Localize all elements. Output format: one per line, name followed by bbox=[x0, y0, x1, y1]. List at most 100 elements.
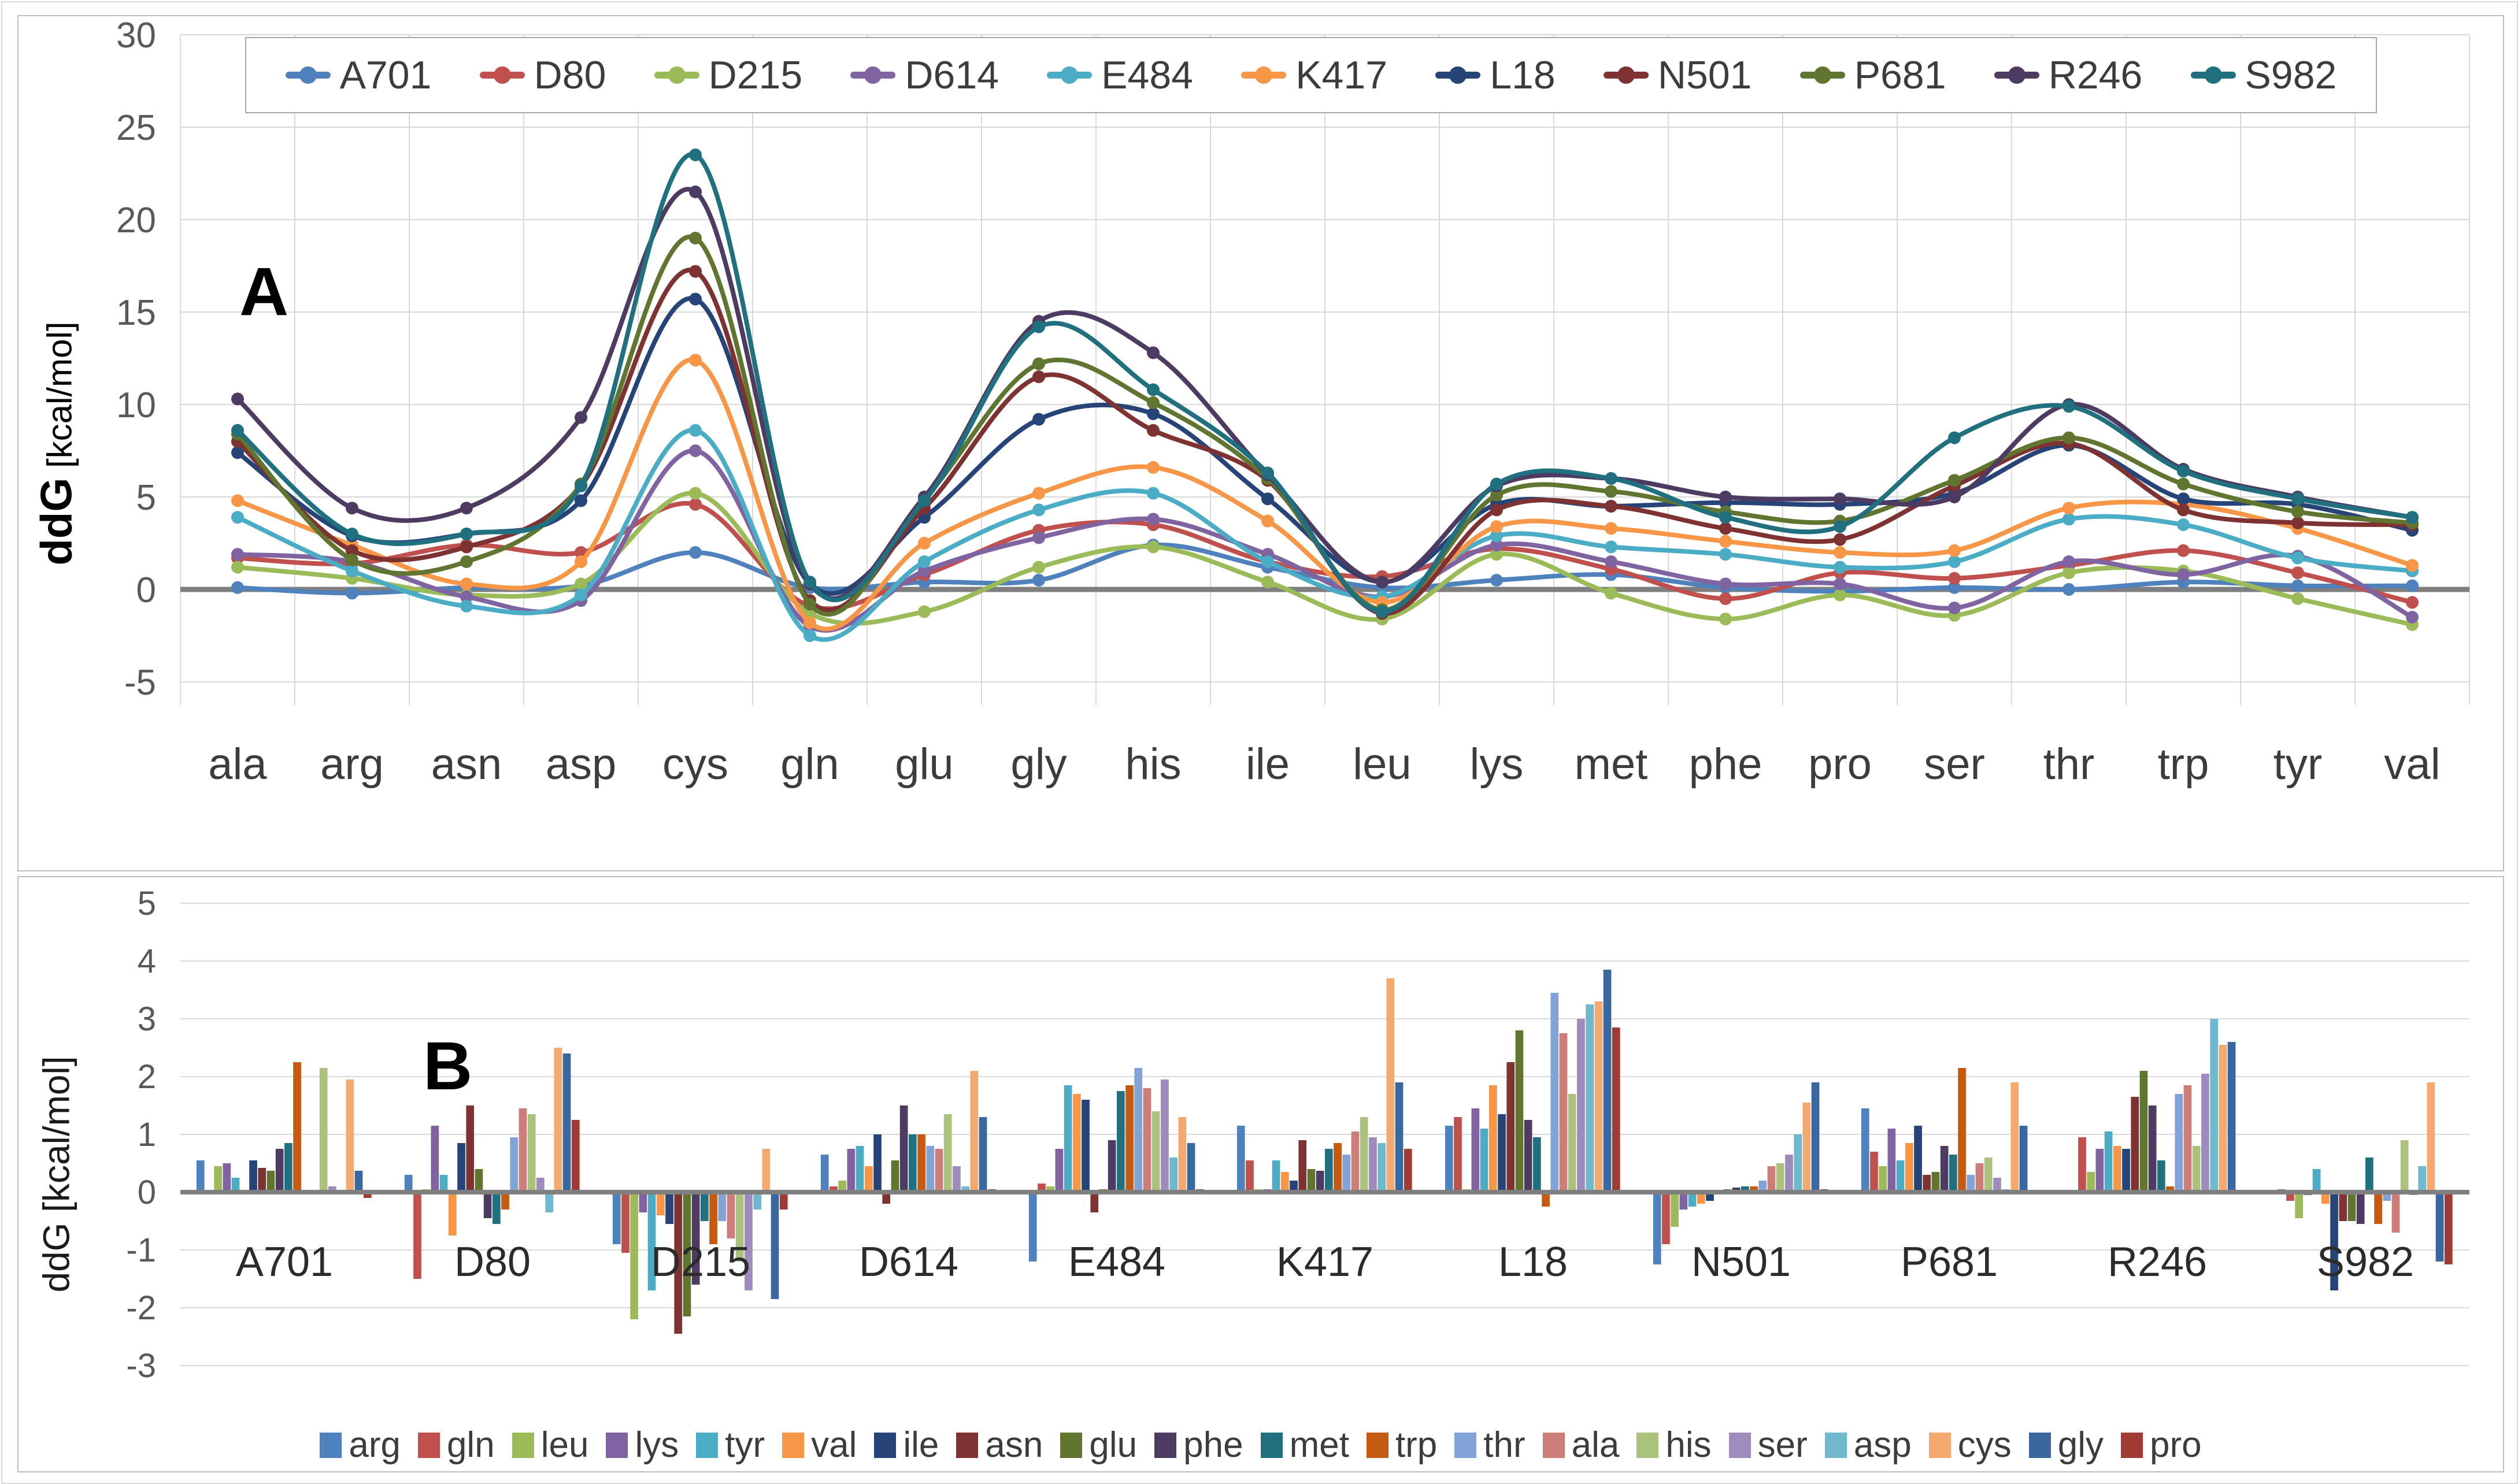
legend-label: arg bbox=[349, 1424, 401, 1466]
bar-K417-pro bbox=[1404, 1149, 1412, 1192]
bar-P681-tyr bbox=[1897, 1160, 1905, 1192]
bar-D614-his bbox=[944, 1114, 952, 1192]
legend-item-A701: A701 bbox=[286, 53, 432, 98]
legend-label: phe bbox=[1183, 1424, 1243, 1466]
marker-D215-phe bbox=[1719, 613, 1732, 625]
bar-L18-asp bbox=[1586, 1004, 1594, 1192]
legend-item-gly: gly bbox=[2029, 1424, 2104, 1466]
bar-L18-thr bbox=[1550, 993, 1558, 1192]
bar-L18-phe bbox=[1524, 1120, 1532, 1192]
bar-K417-asp bbox=[1378, 1143, 1386, 1192]
bar-group-K417 bbox=[1237, 978, 1412, 1192]
marker-K417-gly bbox=[1032, 487, 1045, 500]
axis-label: 0 bbox=[138, 1174, 156, 1211]
marker-R246-asn bbox=[460, 502, 473, 514]
marker-N501-lys bbox=[1490, 503, 1503, 516]
marker-S982-ile bbox=[1261, 466, 1274, 479]
bar-D80-asn bbox=[466, 1105, 474, 1192]
bar-D215-gly bbox=[771, 1192, 779, 1299]
marker-S982-ala bbox=[231, 424, 244, 437]
marker-L18-gly bbox=[1032, 413, 1045, 426]
panel-a-y-axis-title: ddG [kcal/mol] bbox=[22, 16, 91, 870]
legend-swatch-icon bbox=[606, 1433, 628, 1458]
bar-R246-cys bbox=[2219, 1045, 2227, 1192]
marker-R246-cys bbox=[689, 186, 702, 198]
marker-R246-arg bbox=[346, 502, 358, 514]
marker-S982-pro bbox=[1834, 520, 1846, 533]
marker-N501-trp bbox=[2177, 503, 2190, 516]
marker-E484-glu bbox=[918, 555, 931, 568]
panel-b-y-axis-title-text: ddG [kcal/mol] bbox=[35, 1056, 78, 1292]
legend-label: D614 bbox=[905, 53, 999, 98]
bar-A701-asn bbox=[258, 1168, 266, 1192]
panel-b-plot-area: 543210-1-2-3A701D80D215D614E484K417L18N5… bbox=[18, 877, 2501, 1469]
marker-P681-met bbox=[1605, 485, 1617, 498]
marker-S982-ser bbox=[1948, 432, 1961, 444]
marker-S982-glu bbox=[918, 494, 931, 507]
bar-P681-cys bbox=[2011, 1082, 2019, 1192]
bar-N501-arg bbox=[1653, 1192, 1661, 1264]
bar-R246-ser bbox=[2201, 1074, 2209, 1192]
panel-b-bar-chart: 543210-1-2-3A701D80D215D614E484K417L18N5… bbox=[17, 876, 2504, 1472]
bar-E484-cys bbox=[1179, 1117, 1187, 1192]
bar-E484-val bbox=[1073, 1094, 1081, 1192]
legend-item-L18: L18 bbox=[1435, 53, 1555, 98]
marker-S982-cys bbox=[689, 149, 702, 161]
marker-L18-his bbox=[1147, 407, 1160, 420]
legend-swatch-icon bbox=[1154, 1433, 1176, 1458]
marker-E484-tyr bbox=[2291, 552, 2304, 565]
marker-E484-ser bbox=[1948, 555, 1961, 568]
panel-b-y-ticks: 543210-1-2-3 bbox=[126, 885, 156, 1385]
legend-label: pro bbox=[2150, 1424, 2202, 1466]
legend-item-phe: phe bbox=[1154, 1424, 1243, 1466]
bar-P681-glu bbox=[1932, 1172, 1940, 1192]
marker-E484-phe bbox=[1719, 548, 1732, 561]
marker-K417-met bbox=[1605, 522, 1617, 535]
legend-swatch-icon bbox=[418, 1433, 440, 1458]
legend-item-D614: D614 bbox=[850, 53, 999, 98]
bar-K417-arg bbox=[1237, 1126, 1245, 1192]
marker-P681-cys bbox=[689, 232, 702, 244]
bar-E484-his bbox=[1152, 1111, 1160, 1192]
marker-R246-ser bbox=[1948, 491, 1961, 503]
bar-L18-asn bbox=[1506, 1062, 1514, 1192]
marker-K417-lys bbox=[1490, 520, 1503, 533]
legend-marker-dot-icon bbox=[668, 66, 686, 84]
legend-label: ala bbox=[1572, 1424, 1620, 1466]
bar-D80-ala bbox=[519, 1108, 527, 1192]
bar-N501-leu bbox=[1671, 1192, 1679, 1227]
marker-K417-asp bbox=[575, 555, 587, 568]
legend-label: his bbox=[1665, 1424, 1711, 1466]
marker-A701-gly bbox=[1032, 574, 1045, 587]
legend-item-asn: asn bbox=[956, 1424, 1043, 1466]
marker-E484-arg bbox=[346, 565, 358, 577]
panel-b-label: B bbox=[423, 1032, 472, 1100]
axis-label: P681 bbox=[1901, 1239, 1998, 1285]
legend-item-arg: arg bbox=[320, 1424, 401, 1466]
bar-D614-arg bbox=[821, 1155, 829, 1192]
bar-R246-tyr bbox=[2105, 1131, 2113, 1192]
axis-label: ala bbox=[208, 740, 267, 789]
bar-K417-phe bbox=[1316, 1171, 1324, 1192]
legend-marker-icon bbox=[1604, 72, 1649, 79]
legend-item-glu: glu bbox=[1060, 1424, 1137, 1466]
legend-label: K417 bbox=[1295, 53, 1387, 98]
bar-group-L18 bbox=[1445, 970, 1620, 1207]
legend-label: ile bbox=[903, 1424, 939, 1466]
marker-A701-arg bbox=[346, 587, 358, 599]
bar-D215-cys bbox=[762, 1149, 771, 1192]
axis-label: glu bbox=[895, 740, 953, 789]
bar-A701-lys bbox=[223, 1163, 231, 1192]
bar-K417-gly bbox=[1395, 1082, 1404, 1192]
axis-label: lys bbox=[1470, 740, 1524, 789]
bar-K417-ala bbox=[1351, 1131, 1360, 1192]
legend-label: thr bbox=[1483, 1424, 1525, 1466]
legend-item-gln: gln bbox=[418, 1424, 495, 1466]
legend-item-N501: N501 bbox=[1604, 53, 1752, 98]
bar-N501-his bbox=[1776, 1163, 1784, 1192]
bar-group-R246 bbox=[2078, 1019, 2235, 1192]
axis-label: D80 bbox=[454, 1239, 531, 1285]
marker-D80-tyr bbox=[2291, 566, 2304, 579]
legend-item-D215: D215 bbox=[654, 53, 803, 98]
bar-S982-glu bbox=[2348, 1192, 2356, 1221]
